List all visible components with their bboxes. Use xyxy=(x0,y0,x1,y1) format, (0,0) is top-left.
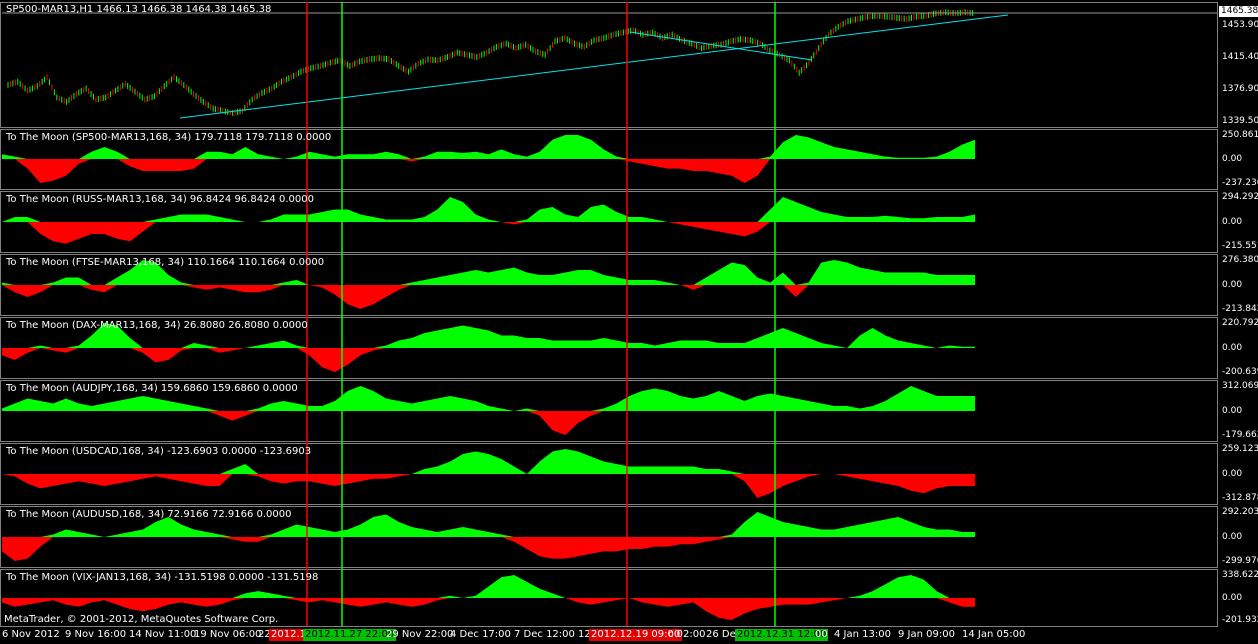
green-cursor-time-marker: 2012.11.27 22:00 xyxy=(303,629,397,641)
time-axis-label: 9 Nov 16:00 xyxy=(65,629,127,640)
time-axis-label: 9 Jan 09:00 xyxy=(898,629,955,640)
indicator-axis-zero: 0.00 xyxy=(1222,406,1243,416)
indicator-axis-min: -312.878 xyxy=(1222,493,1258,503)
indicator-axis-min: -200.639 xyxy=(1222,367,1258,377)
indicator-title: To The Moon (FTSE-MAR13,168, 34) 110.166… xyxy=(6,257,325,268)
time-axis-label: 14 Jan 05:00 xyxy=(962,629,1026,640)
indicator-title: To The Moon (VIX-JAN13,168, 34) -131.519… xyxy=(6,572,319,583)
indicator-axis-min: -299.976 xyxy=(1222,556,1258,566)
indicator-axis-max: 250.8617 xyxy=(1222,130,1258,140)
indicator-title: To The Moon (DAX-MAR13,168, 34) 26.8080 … xyxy=(6,320,308,331)
indicator-axis-max: 259.1238 xyxy=(1222,444,1258,454)
indicator-axis-max: 294.292 xyxy=(1222,192,1258,202)
negative-histogram xyxy=(2,348,975,372)
negative-histogram xyxy=(2,285,975,309)
indicator-axis-zero: 0.00 xyxy=(1222,154,1243,164)
time-axis-label: 4 Jan 13:00 xyxy=(834,629,891,640)
indicator-axis-max: 312.0697 xyxy=(1222,381,1258,391)
trend-line xyxy=(629,31,813,61)
indicator-axis-zero: 0.00 xyxy=(1222,593,1243,603)
indicator-axis-min: -213.8425 xyxy=(1222,304,1258,314)
trend-line xyxy=(179,14,1009,119)
price-axis-label: 1339.50 xyxy=(1222,116,1258,126)
indicator-axis-zero: 0.00 xyxy=(1222,532,1243,542)
indicator-axis-max: 220.792 xyxy=(1222,318,1258,328)
time-axis-label: 6 Nov 2012 xyxy=(2,629,60,640)
current-price-badge: 1465.38 xyxy=(1219,6,1258,17)
indicator-axis-zero: 0.00 xyxy=(1222,343,1243,353)
indicator-axis-zero: 0.00 xyxy=(1222,217,1243,227)
indicator-axis-min: -237.236 xyxy=(1222,178,1258,188)
copyright-text: MetaTrader, © 2001-2012, MetaQuotes Soft… xyxy=(4,614,279,625)
negative-histogram xyxy=(2,222,975,244)
time-axis-label: 14 Nov 11:00 xyxy=(129,629,197,640)
price-axis-label: 1415.40 xyxy=(1222,52,1258,62)
indicator-axis-zero: 0.00 xyxy=(1222,469,1243,479)
price-axis-label: 1453.90 xyxy=(1222,20,1258,30)
indicator-title: To The Moon (RUSS-MAR13,168, 34) 96.8424… xyxy=(6,194,314,205)
price-axis-label: 1376.90 xyxy=(1222,84,1258,94)
indicator-axis-min: -201.932 xyxy=(1222,615,1258,625)
main-chart-title: SP500-MAR13,H1 1466.13 1466.38 1464.38 1… xyxy=(6,4,272,15)
time-axis-label: 29 Nov 22:00 xyxy=(386,629,454,640)
indicator-title: To The Moon (AUDJPY,168, 34) 159.6860 15… xyxy=(6,383,298,394)
indicator-title: To The Moon (SP500-MAR13,168, 34) 179.71… xyxy=(6,132,332,143)
metatrader-chart-window[interactable]: SP500-MAR13,H1 1466.13 1466.38 1464.38 1… xyxy=(0,0,1258,644)
indicator-title: To The Moon (AUDUSD,168, 34) 72.9166 72.… xyxy=(6,509,292,520)
indicator-axis-min: -179.662 xyxy=(1222,430,1258,440)
negative-histogram xyxy=(2,537,975,561)
indicator-axis-max: 338.6225 xyxy=(1222,570,1258,580)
negative-histogram xyxy=(2,411,975,435)
negative-histogram xyxy=(2,474,975,498)
indicator-axis-zero: 0.00 xyxy=(1222,280,1243,290)
time-axis-label: 4 Dec 17:00 xyxy=(450,629,511,640)
indicator-axis-max: 276.3803 xyxy=(1222,255,1258,265)
indicator-axis-max: 292.2036 xyxy=(1222,507,1258,517)
time-axis-label: 7 Dec 12:00 xyxy=(514,629,575,640)
time-axis-label: 19 Nov 06:00 xyxy=(194,629,262,640)
negative-histogram xyxy=(2,159,975,183)
time-axis-label: c 02:00 xyxy=(668,629,706,640)
indicator-title: To The Moon (USDCAD,168, 34) -123.6903 0… xyxy=(6,446,312,457)
time-axis-label: 00 xyxy=(815,629,828,640)
indicator-axis-min: -215.5517 xyxy=(1222,241,1258,251)
